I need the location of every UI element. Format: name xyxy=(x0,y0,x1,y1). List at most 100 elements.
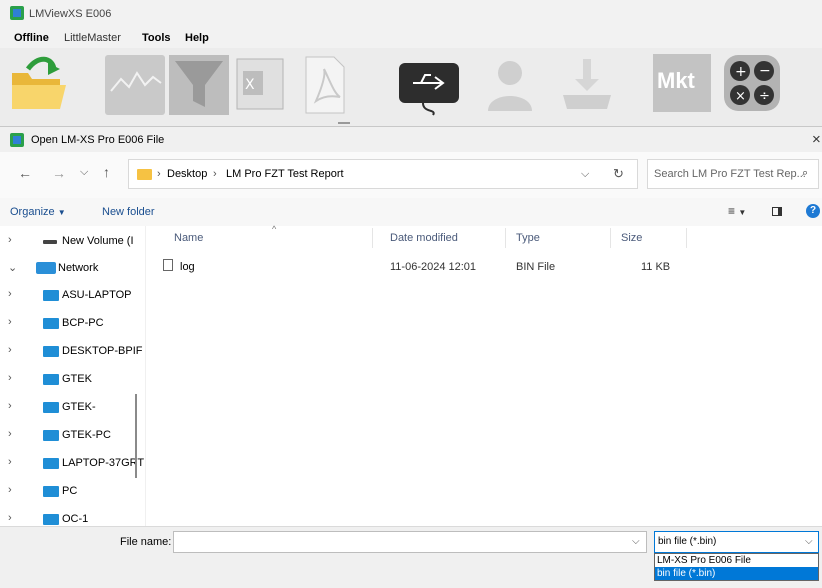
graph-icon[interactable] xyxy=(103,51,167,117)
table-row[interactable]: log 11-06-2024 12:01 BIN File 11 KB xyxy=(146,226,822,282)
file-date-modified: 11-06-2024 12:01 xyxy=(390,261,477,273)
chevron-down-icon[interactable]: ⌄ xyxy=(8,261,17,274)
computer-icon xyxy=(43,318,59,329)
chevron-right-icon[interactable]: › xyxy=(8,372,12,384)
close-icon[interactable]: × xyxy=(812,131,821,148)
file-type: BIN File xyxy=(516,261,556,273)
view-options-icon[interactable]: ≡ ▼ xyxy=(728,204,746,218)
address-dropdown-icon[interactable]: ⌵ xyxy=(581,168,589,181)
market-button-label: Mkt xyxy=(657,68,695,93)
toolbar-scroll-indicator xyxy=(338,122,350,124)
computer-icon xyxy=(43,402,59,413)
nav-item-gtek[interactable]: › GTEK xyxy=(0,368,145,390)
app-logo-icon xyxy=(10,6,24,20)
nav-scrollbar[interactable] xyxy=(135,394,137,478)
svg-text:−: − xyxy=(759,63,771,79)
pdf-export-icon[interactable] xyxy=(300,51,350,117)
chevron-right-icon[interactable]: › xyxy=(8,344,12,356)
organize-label: Organize xyxy=(10,206,55,218)
file-icon xyxy=(163,259,173,271)
filetype-option-bin[interactable]: bin file (*.bin) xyxy=(655,567,818,580)
chevron-right-icon[interactable]: › xyxy=(8,484,12,496)
menu-tools[interactable]: Tools xyxy=(142,32,171,44)
app-titlebar: LMViewXS E006 xyxy=(0,0,822,28)
refresh-icon[interactable]: ↻ xyxy=(613,166,624,182)
folder-icon xyxy=(137,169,152,180)
chevron-right-icon[interactable]: › xyxy=(8,288,12,300)
dialog-footer: File name: ⌵ bin file (*.bin) ⌵ LM-XS Pr… xyxy=(0,526,822,588)
nav-item-network[interactable]: ⌄ Network xyxy=(0,257,145,279)
filetype-select[interactable]: bin file (*.bin) ⌵ xyxy=(654,531,819,553)
filter-funnel-icon[interactable] xyxy=(167,51,231,117)
breadcrumb-desktop[interactable]: Desktop xyxy=(167,168,207,180)
app-toolbar: X Mkt + − × ÷ xyxy=(0,48,822,126)
excel-export-icon[interactable]: X xyxy=(233,51,287,117)
nav-item-gtek-pc[interactable]: › GTEK-PC xyxy=(0,424,145,446)
nav-item-desktop-bpif[interactable]: › DESKTOP-BPIF xyxy=(0,340,145,362)
chevron-right-icon[interactable]: › xyxy=(8,234,12,246)
computer-icon xyxy=(43,374,59,385)
preview-pane-icon[interactable] xyxy=(772,207,782,216)
chevron-down-icon: ⌵ xyxy=(805,536,813,547)
nav-item-new-volume[interactable]: › New Volume (I xyxy=(0,230,145,252)
menu-littlemaster[interactable]: LittleMaster xyxy=(64,32,121,44)
computer-icon xyxy=(43,290,59,301)
menu-offline[interactable]: Offline xyxy=(14,32,49,44)
nav-item-asu-laptop[interactable]: › ASU-LAPTOP xyxy=(0,284,145,306)
nav-item-oc-1[interactable]: › OC-1 xyxy=(0,508,145,526)
search-input[interactable]: Search LM Pro FZT Test Rep... xyxy=(654,168,806,180)
computer-icon xyxy=(43,486,59,497)
search-icon[interactable]: ⌕ xyxy=(802,167,808,180)
usb-device-icon[interactable] xyxy=(393,51,465,117)
calculator-icon[interactable]: + − × ÷ xyxy=(720,51,786,117)
computer-icon xyxy=(43,514,59,525)
app-menubar: Offline LittleMaster Tools Help xyxy=(0,28,822,48)
filename-dropdown-icon[interactable]: ⌵ xyxy=(632,536,640,547)
svg-text:÷: ÷ xyxy=(759,89,770,104)
filetype-option-lm-xs[interactable]: LM-XS Pro E006 File xyxy=(655,554,818,567)
nav-item-laptop-37grt[interactable]: › LAPTOP-37GRT xyxy=(0,452,145,474)
app-title: LMViewXS E006 xyxy=(29,8,112,20)
dialog-titlebar: Open LM-XS Pro E006 File × xyxy=(0,126,822,153)
market-button[interactable]: Mkt xyxy=(653,54,711,112)
search-box[interactable]: Search LM Pro FZT Test Rep... ⌕ xyxy=(647,159,819,189)
nav-item-pc[interactable]: › PC xyxy=(0,480,145,502)
drive-icon xyxy=(43,240,57,244)
nav-item-gtek-dash[interactable]: › GTEK- xyxy=(0,396,145,418)
forward-arrow-icon[interactable]: → xyxy=(52,165,66,181)
recent-chevron-icon[interactable]: ⌵ xyxy=(80,166,88,179)
chevron-right-icon[interactable]: › xyxy=(8,456,12,468)
svg-text:X: X xyxy=(245,77,255,93)
filetype-dropdown-list: LM-XS Pro E006 File bin file (*.bin) xyxy=(654,553,819,581)
new-folder-button[interactable]: New folder xyxy=(102,206,155,218)
computer-icon xyxy=(43,458,59,469)
breadcrumb-current-folder[interactable]: LM Pro FZT Test Report xyxy=(226,168,344,180)
navigation-pane: › New Volume (I ⌄ Network › ASU-LAPTOP ›… xyxy=(0,226,146,526)
filename-label: File name: xyxy=(120,536,172,548)
chevron-right-icon[interactable]: › xyxy=(8,400,12,412)
chevron-right-icon[interactable]: › xyxy=(8,316,12,328)
chevron-down-icon: ▼ xyxy=(57,208,66,217)
up-arrow-icon[interactable]: ↑ xyxy=(103,164,110,180)
help-icon[interactable]: ? xyxy=(806,204,820,218)
chevron-right-icon[interactable]: › xyxy=(8,512,12,524)
file-name[interactable]: log xyxy=(180,261,195,273)
address-row: ← → ⌵ ↑ › Desktop › LM Pro FZT Test Repo… xyxy=(0,152,822,199)
svg-text:+: + xyxy=(735,64,747,80)
dialog-title: Open LM-XS Pro E006 File xyxy=(31,134,165,146)
breadcrumb-separator: › xyxy=(157,168,161,180)
download-disk-icon[interactable] xyxy=(555,51,619,117)
organize-button[interactable]: Organize ▼ xyxy=(10,206,66,218)
command-bar: Organize ▼ New folder ≡ ▼ ? xyxy=(0,198,822,227)
user-icon[interactable] xyxy=(480,51,540,117)
chevron-right-icon[interactable]: › xyxy=(8,428,12,440)
open-folder-icon[interactable] xyxy=(8,51,68,117)
address-bar[interactable]: › Desktop › LM Pro FZT Test Report ⌵ ↻ xyxy=(128,159,638,189)
dialog-app-icon xyxy=(10,133,24,147)
back-arrow-icon[interactable]: ← xyxy=(18,165,32,181)
svg-text:×: × xyxy=(735,89,746,104)
network-icon xyxy=(36,262,56,274)
nav-item-bcp-pc[interactable]: › BCP-PC xyxy=(0,312,145,334)
menu-help[interactable]: Help xyxy=(185,32,209,44)
filename-field[interactable]: ⌵ xyxy=(173,531,647,553)
